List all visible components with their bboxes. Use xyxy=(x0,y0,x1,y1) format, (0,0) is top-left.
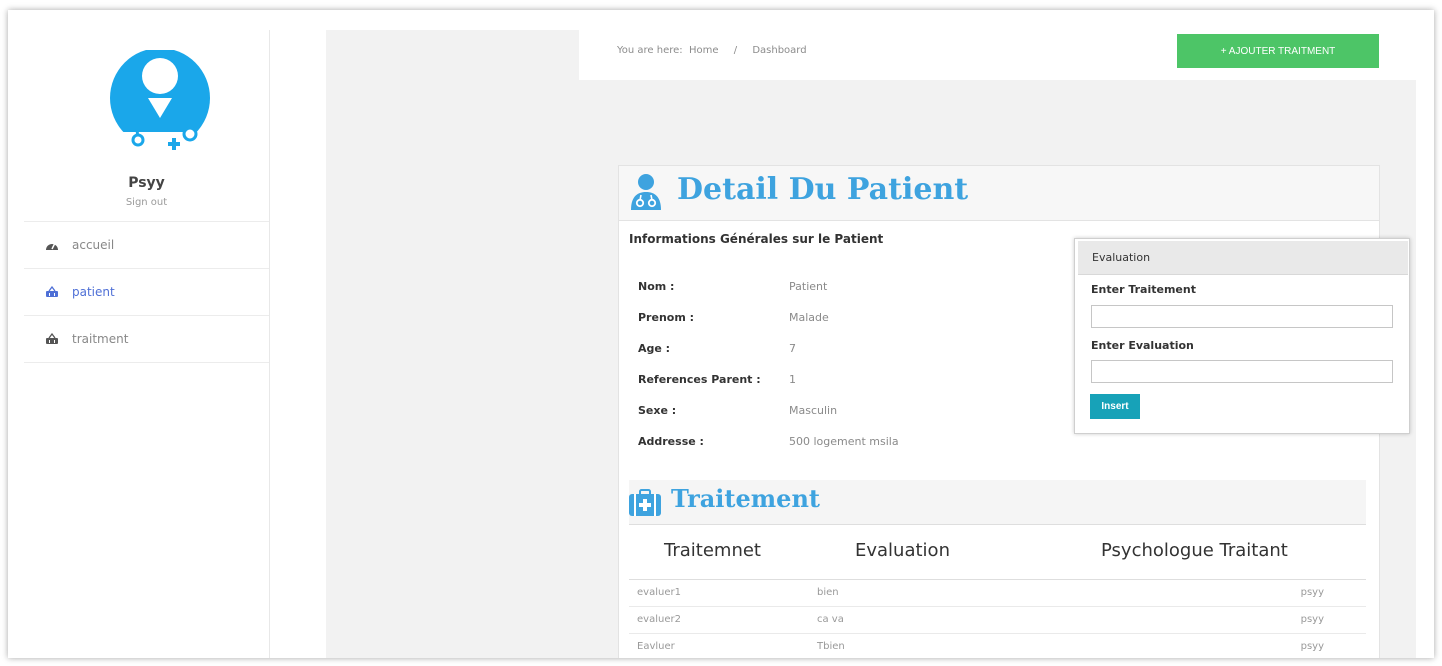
table-cell: psyy xyxy=(1300,641,1324,652)
table-cell: Tbien xyxy=(817,641,845,652)
field-value: Patient xyxy=(789,280,828,293)
user-doctor-icon xyxy=(631,174,661,210)
user-name: Psyy xyxy=(128,175,165,191)
breadcrumb-separator: / xyxy=(733,45,738,56)
sidebar-item-accueil[interactable]: accueil xyxy=(24,222,269,269)
breadcrumb-home-link[interactable]: Home xyxy=(689,45,719,56)
breadcrumb-current: Dashboard xyxy=(752,45,807,56)
sidebar-item-patient[interactable]: patient xyxy=(24,269,269,316)
table-cell: ca va xyxy=(817,614,844,625)
sidebar-item-label: patient xyxy=(72,285,115,299)
table-cell: psyy xyxy=(1300,587,1324,598)
field-label: Age : xyxy=(638,342,671,355)
add-traitment-button[interactable]: + AJOUTER TRAITMENT xyxy=(1177,34,1379,68)
field-label: References Parent : xyxy=(638,373,761,386)
traitement-table: evaluer1 bien psyy evaluer2 ca va psyy E… xyxy=(629,579,1366,658)
app-window: Psyy Sign out accueil patient traitment xyxy=(8,10,1434,658)
traitement-input[interactable] xyxy=(1091,305,1393,328)
sidebar: Psyy Sign out accueil patient traitment xyxy=(24,30,270,658)
column-header-traitement: Traitemnet xyxy=(664,540,761,561)
page-title: Detail Du Patient xyxy=(677,172,969,207)
info-row-sexe: Sexe : Masculin xyxy=(638,395,899,426)
traitement-header: Traitement xyxy=(629,480,1366,525)
table-row: evaluer1 bien psyy xyxy=(629,580,1366,607)
doctor-avatar-icon xyxy=(108,50,212,154)
breadcrumb-prefix: You are here: xyxy=(617,45,683,56)
field-value: Masculin xyxy=(789,404,838,417)
table-row: evaluer2 ca va psyy xyxy=(629,607,1366,634)
top-bar: You are here: Home / Dashboard + AJOUTER… xyxy=(579,30,1416,80)
table-cell: psyy xyxy=(1300,614,1324,625)
panel-header: Detail Du Patient xyxy=(619,166,1379,221)
patient-info-table: Nom : Patient Prenom : Malade Age : 7 Re… xyxy=(638,271,899,457)
field-label: Addresse : xyxy=(638,435,704,448)
column-header-psychologue: Psychologue Traitant xyxy=(1101,540,1288,561)
evaluation-label: Enter Evaluation xyxy=(1091,339,1194,352)
traitement-label: Enter Traitement xyxy=(1091,283,1196,296)
info-row-nom: Nom : Patient xyxy=(638,271,899,302)
patient-info-heading: Informations Générales sur le Patient xyxy=(629,232,884,246)
field-label: Nom : xyxy=(638,280,675,293)
sidebar-item-traitment[interactable]: traitment xyxy=(24,316,269,363)
table-row: Eavluer Tbien psyy xyxy=(629,634,1366,658)
table-cell: evaluer1 xyxy=(637,587,681,598)
field-label: Prenom : xyxy=(638,311,695,324)
sign-out-link[interactable]: Sign out xyxy=(24,197,269,208)
field-value: 500 logement msila xyxy=(789,435,899,448)
table-cell: bien xyxy=(817,587,839,598)
evaluation-form-title: Evaluation xyxy=(1078,241,1408,275)
medkit-icon xyxy=(629,489,661,516)
table-cell: Eavluer xyxy=(637,641,675,652)
sidebar-menu: accueil patient traitment xyxy=(24,221,269,363)
info-row-references-parent: References Parent : 1 xyxy=(638,364,899,395)
info-row-age: Age : 7 xyxy=(638,333,899,364)
insert-button[interactable]: Insert xyxy=(1090,394,1140,419)
field-value: 1 xyxy=(789,373,796,386)
dashboard-icon xyxy=(44,238,60,252)
field-value: 7 xyxy=(789,342,796,355)
info-row-addresse: Addresse : 500 logement msila xyxy=(638,426,899,457)
traitement-title: Traitement xyxy=(671,484,820,513)
breadcrumb: You are here: Home / Dashboard xyxy=(617,45,807,56)
basket-icon xyxy=(44,332,60,346)
field-value: Malade xyxy=(789,311,829,324)
field-label: Sexe : xyxy=(638,404,677,417)
sidebar-item-label: traitment xyxy=(72,332,129,346)
sidebar-item-label: accueil xyxy=(72,238,115,252)
column-header-evaluation: Evaluation xyxy=(855,540,950,561)
patient-detail-panel: Detail Du Patient Informations Générales… xyxy=(618,165,1410,658)
basket-icon xyxy=(44,285,60,299)
evaluation-form: Evaluation Enter Traitement Enter Evalua… xyxy=(1074,238,1410,434)
table-cell: evaluer2 xyxy=(637,614,681,625)
evaluation-input[interactable] xyxy=(1091,360,1393,383)
info-row-prenom: Prenom : Malade xyxy=(638,302,899,333)
